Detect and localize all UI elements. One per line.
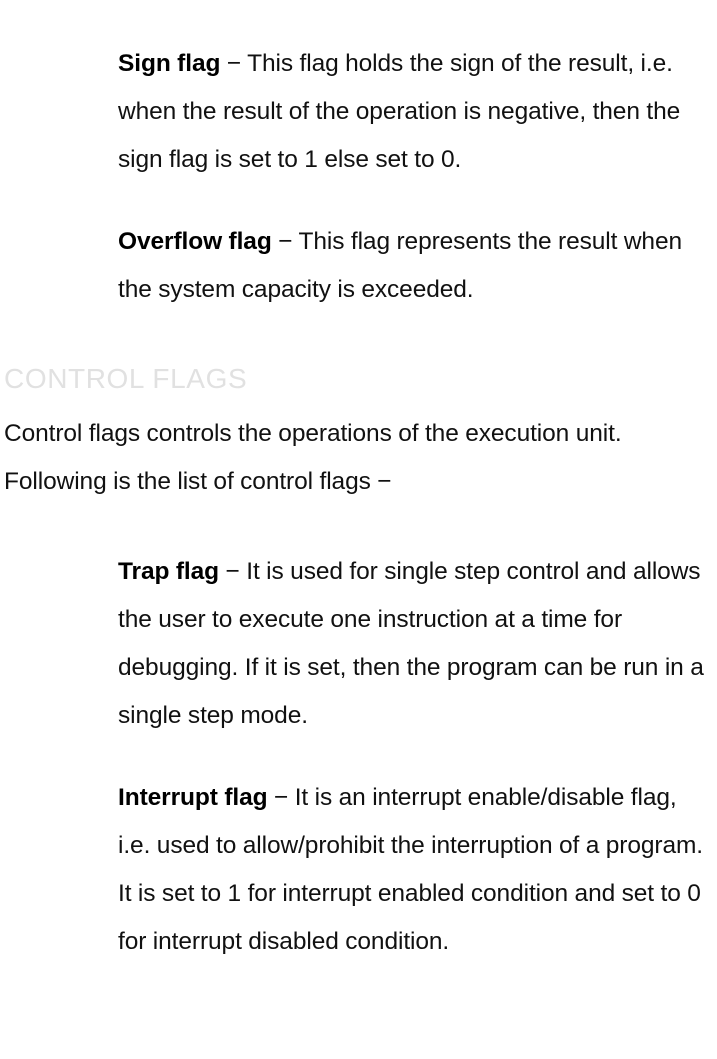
paragraph-control-flags-intro: Control flags controls the operations of…	[4, 420, 622, 495]
term-sign-flag: Sign flag	[118, 50, 221, 77]
dash-separator: −	[219, 558, 247, 585]
dash-separator: −	[267, 784, 295, 811]
definition-overflow-flag: Overflow flag − This flag represents the…	[0, 218, 717, 314]
section-heading-control-flags: CONTROL FLAGS	[4, 363, 248, 394]
dash-separator: −	[220, 50, 248, 77]
definition-trap-flag: Trap flag − It is used for single step c…	[0, 548, 717, 740]
term-trap-flag: Trap flag	[118, 558, 220, 585]
dash-separator: −	[271, 228, 299, 255]
definition-interrupt-flag: Interrupt flag − It is an interrupt enab…	[0, 774, 717, 966]
document-page: Sign flag − This flag holds the sign of …	[0, 0, 717, 1059]
heading-spacer	[0, 348, 717, 356]
term-interrupt-flag: Interrupt flag	[118, 784, 268, 811]
term-overflow-flag: Overflow flag	[118, 228, 272, 255]
definition-sign-flag: Sign flag − This flag holds the sign of …	[0, 40, 717, 184]
